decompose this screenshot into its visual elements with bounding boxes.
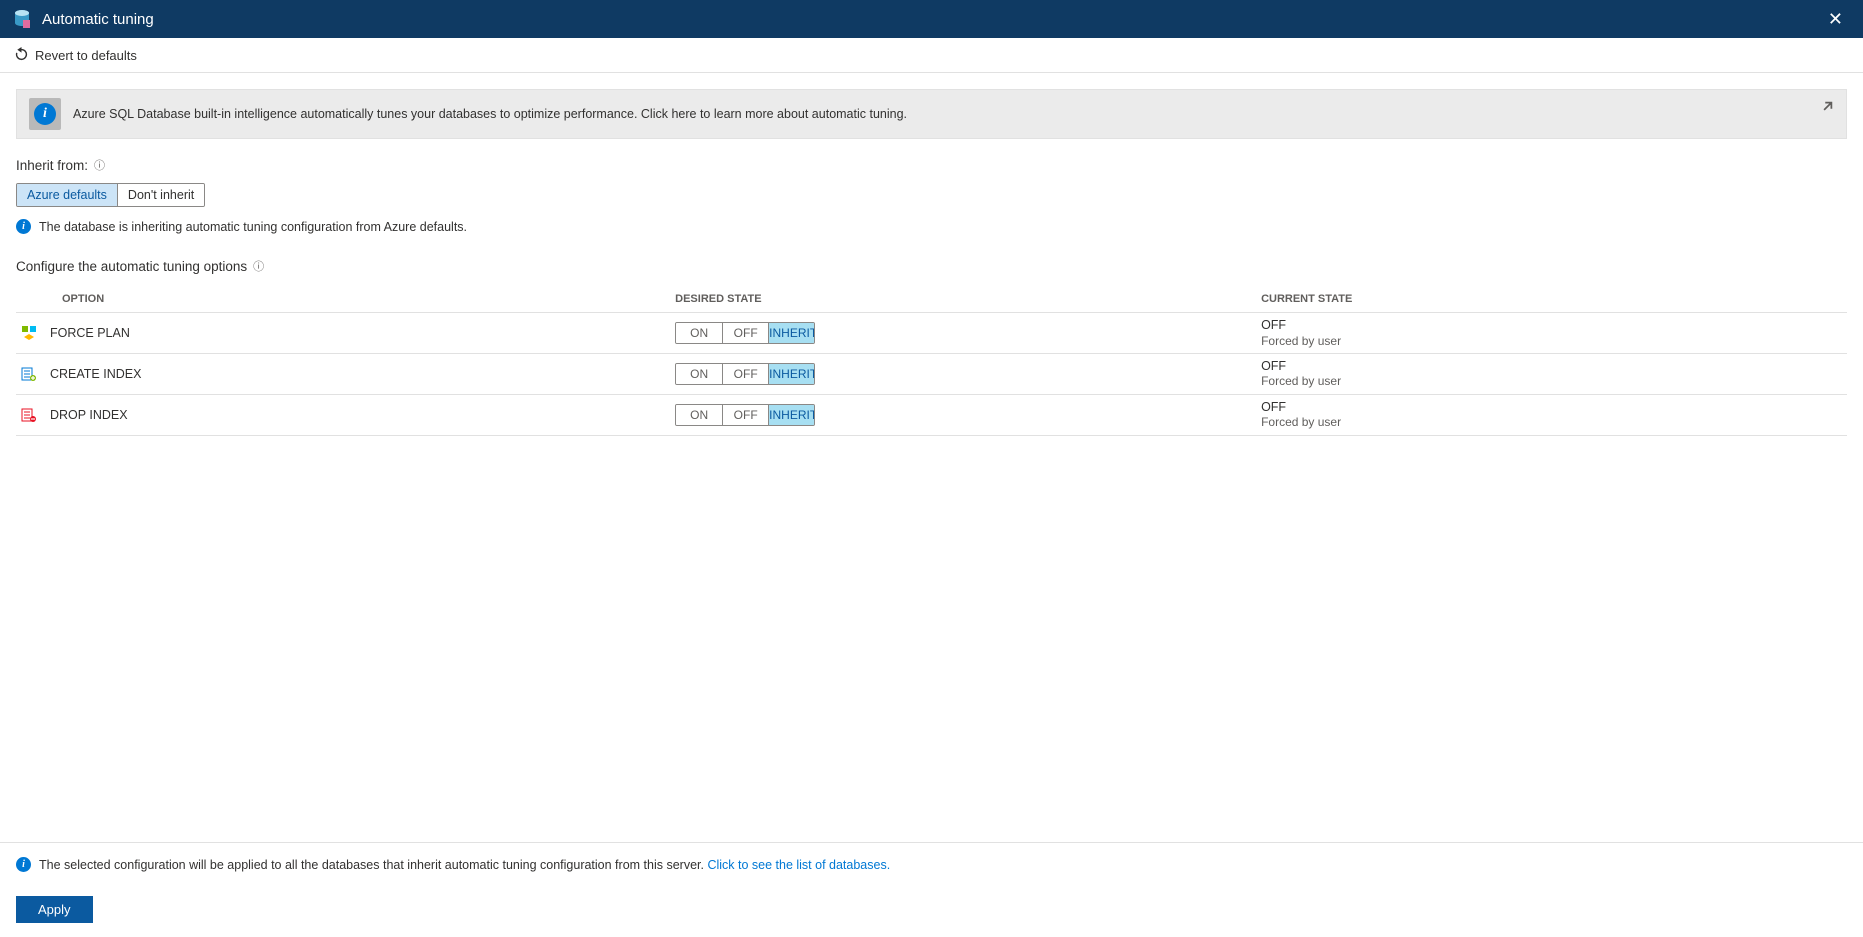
table-header: OPTION DESIRED STATE CURRENT STATE	[16, 286, 1847, 313]
undo-icon	[14, 46, 29, 64]
toggle-on[interactable]: ON	[676, 405, 722, 425]
current-state-sub: Forced by user	[1261, 334, 1847, 350]
inherit-option-dont-inherit[interactable]: Don't inherit	[117, 184, 204, 206]
close-button[interactable]: ✕	[1820, 5, 1851, 34]
desired-state-toggle: ON OFF INHERIT	[675, 322, 815, 344]
apply-button[interactable]: Apply	[16, 896, 93, 923]
footer-text: The selected configuration will be appli…	[39, 858, 707, 872]
info-banner[interactable]: i Azure SQL Database built-in intelligen…	[16, 89, 1847, 139]
inherit-toggle-group: Azure defaults Don't inherit	[16, 183, 205, 207]
toggle-inherit[interactable]: INHERIT	[768, 364, 814, 384]
revert-to-defaults-button[interactable]: Revert to defaults	[14, 46, 137, 64]
header-current-state: CURRENT STATE	[1261, 292, 1847, 306]
current-state-value: OFF	[1261, 317, 1847, 333]
content-area: i Azure SQL Database built-in intelligen…	[0, 73, 1863, 452]
external-link-icon[interactable]	[1820, 100, 1834, 117]
help-icon[interactable]: ⓘ	[253, 258, 264, 274]
inherit-option-azure-defaults[interactable]: Azure defaults	[17, 184, 117, 206]
create-index-icon	[20, 365, 38, 383]
toggle-inherit[interactable]: INHERIT	[768, 405, 814, 425]
toggle-on[interactable]: ON	[676, 364, 722, 384]
inherit-status-message: i The database is inheriting automatic t…	[16, 219, 1847, 234]
footer-link[interactable]: Click to see the list of databases.	[707, 858, 890, 872]
toggle-off[interactable]: OFF	[722, 364, 768, 384]
help-icon[interactable]: ⓘ	[94, 157, 105, 173]
toggle-inherit[interactable]: INHERIT	[768, 323, 814, 343]
table-row: FORCE PLAN ON OFF INHERIT OFF Forced by …	[16, 313, 1847, 354]
toggle-off[interactable]: OFF	[722, 405, 768, 425]
tuning-options-table: OPTION DESIRED STATE CURRENT STATE FORCE…	[16, 286, 1847, 436]
configure-options-label: Configure the automatic tuning options ⓘ	[16, 258, 1847, 274]
table-row: DROP INDEX ON OFF INHERIT OFF Forced by …	[16, 395, 1847, 436]
footer-message: i The selected configuration will be app…	[0, 843, 1863, 886]
desired-state-toggle: ON OFF INHERIT	[675, 363, 815, 385]
row-option-label: CREATE INDEX	[50, 367, 141, 381]
database-icon	[12, 9, 32, 29]
table-row: CREATE INDEX ON OFF INHERIT OFF Forced b…	[16, 354, 1847, 395]
drop-index-icon	[20, 406, 38, 424]
current-state-sub: Forced by user	[1261, 374, 1847, 390]
row-option-label: FORCE PLAN	[50, 326, 130, 340]
toolbar: Revert to defaults	[0, 38, 1863, 73]
info-icon: i	[29, 98, 61, 130]
revert-label: Revert to defaults	[35, 48, 137, 63]
current-state-value: OFF	[1261, 358, 1847, 374]
row-option-label: DROP INDEX	[50, 408, 128, 422]
current-state-value: OFF	[1261, 399, 1847, 415]
header-desired-state: DESIRED STATE	[675, 293, 1261, 305]
inherit-from-label: Inherit from: ⓘ	[16, 157, 1847, 173]
blade-header: Automatic tuning ✕	[0, 0, 1863, 38]
info-icon: i	[16, 219, 31, 234]
current-state-sub: Forced by user	[1261, 415, 1847, 431]
footer: i The selected configuration will be app…	[0, 842, 1863, 937]
blade-title: Automatic tuning	[42, 11, 154, 28]
info-icon: i	[16, 857, 31, 872]
force-plan-icon	[20, 324, 38, 342]
toggle-on[interactable]: ON	[676, 323, 722, 343]
banner-text: Azure SQL Database built-in intelligence…	[73, 107, 907, 121]
desired-state-toggle: ON OFF INHERIT	[675, 404, 815, 426]
header-option: OPTION	[16, 293, 675, 305]
toggle-off[interactable]: OFF	[722, 323, 768, 343]
